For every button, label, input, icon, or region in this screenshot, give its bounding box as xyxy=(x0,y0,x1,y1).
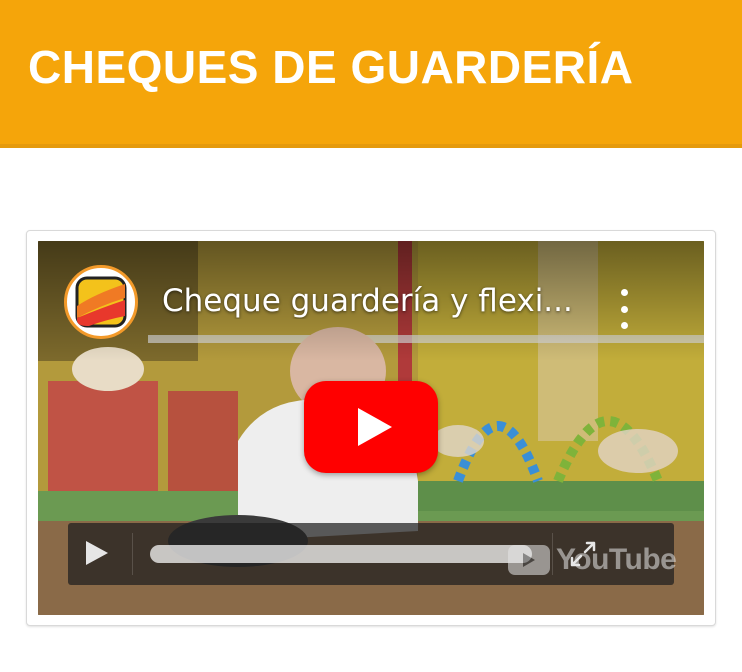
progress-bar[interactable] xyxy=(150,545,532,563)
youtube-embed[interactable]: Cheque guardería y flexi... YouTube xyxy=(38,241,704,615)
youtube-play-icon xyxy=(358,408,392,446)
player-controls: YouTube xyxy=(68,523,677,585)
controls-divider xyxy=(132,533,133,575)
youtube-logo-icon xyxy=(508,545,550,575)
video-title[interactable]: Cheque guardería y flexi... xyxy=(162,283,602,319)
play-icon[interactable] xyxy=(86,541,108,565)
youtube-watermark-text: YouTube xyxy=(556,543,677,576)
page-title: CHEQUES DE GUARDERÍA xyxy=(28,41,634,93)
page-header: CHEQUES DE GUARDERÍA xyxy=(0,0,742,148)
channel-logo-graphic xyxy=(75,276,127,328)
youtube-watermark[interactable]: YouTube xyxy=(508,543,677,577)
more-vertical-icon[interactable] xyxy=(612,289,636,329)
video-card: Cheque guardería y flexi... YouTube xyxy=(26,230,716,626)
youtube-play-button[interactable] xyxy=(304,381,438,473)
channel-logo-icon[interactable] xyxy=(64,265,138,339)
